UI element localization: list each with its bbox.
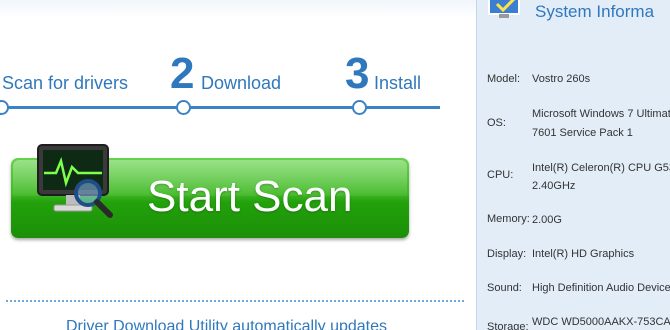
step-progress-line: [0, 106, 440, 109]
info-label-display: Display:: [487, 248, 527, 260]
info-value-sound: High Definition Audio Device: [532, 282, 670, 294]
system-info-panel: System Informa Model: Vostro 260s OS: Mi…: [476, 0, 670, 330]
top-band: [0, 0, 476, 18]
step-3-dot: [352, 100, 367, 115]
main-panel: Scan for drivers 2 Download 3 Install St…: [0, 0, 476, 330]
system-info-icon: [488, 0, 520, 18]
step-3-label: Install: [374, 73, 422, 93]
step-1-label: Scan for drivers: [2, 73, 129, 93]
system-info-title: System Informa: [535, 2, 655, 21]
info-value-cpu-line1: Intel(R) Celeron(R) CPU G530: [532, 162, 670, 174]
info-value-os-line2: 7601 Service Pack 1: [532, 127, 633, 139]
info-value-memory: 2.00G: [532, 214, 562, 226]
step-2-label: Download: [201, 73, 282, 93]
info-label-cpu: CPU:: [487, 169, 514, 181]
dotted-separator: [6, 300, 464, 302]
info-label-storage: Storage:: [487, 321, 529, 330]
info-label-sound: Sound:: [487, 282, 522, 294]
step-2-number: 2: [170, 49, 195, 98]
info-value-cpu-line2: 2.40GHz: [532, 180, 576, 192]
info-value-os-line1: Microsoft Windows 7 Ultimate: [532, 108, 670, 120]
info-label-os: OS:: [487, 117, 506, 129]
step-2-dot: [176, 100, 191, 115]
product-description: Driver Download Utility automatically up…: [66, 318, 388, 330]
step-1-dot: [0, 100, 9, 115]
start-scan-label: Start Scan: [147, 172, 353, 221]
info-label-model: Model:: [487, 73, 521, 85]
info-value-display: Intel(R) HD Graphics: [532, 248, 635, 260]
info-value-storage: WDC WD5000AAKX-753CA1: [532, 316, 670, 328]
info-label-memory: Memory:: [487, 213, 530, 225]
info-value-model: Vostro 260s: [532, 73, 591, 85]
monitor-scan-icon: [37, 144, 113, 218]
step-3-number: 3: [345, 49, 370, 98]
